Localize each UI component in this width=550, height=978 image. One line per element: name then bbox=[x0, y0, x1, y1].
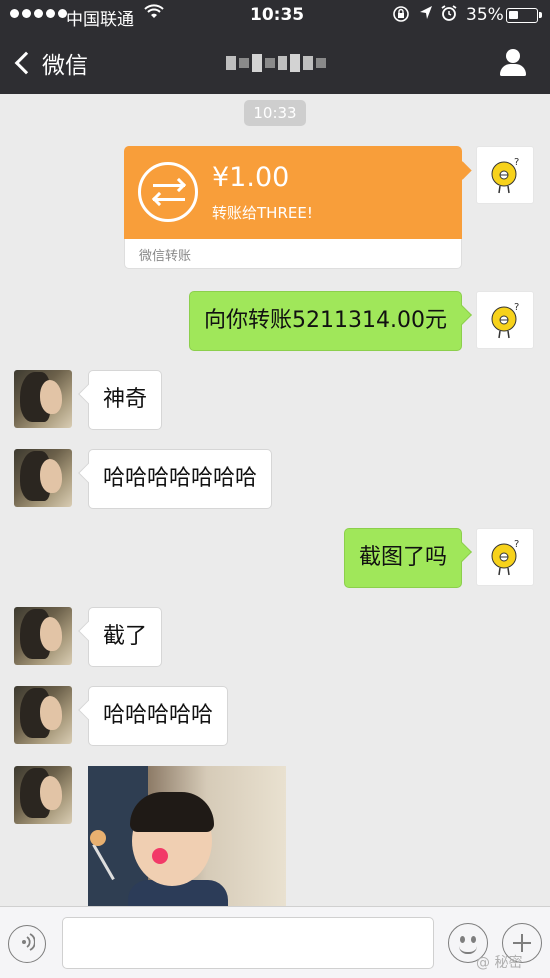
back-label: 微信 bbox=[42, 53, 88, 79]
alarm-icon bbox=[440, 4, 458, 26]
contact-avatar[interactable] bbox=[14, 449, 72, 507]
message-timestamp: 10:33 bbox=[244, 100, 306, 126]
watermark: @ 秘密 bbox=[476, 955, 523, 971]
wifi-icon bbox=[144, 4, 164, 24]
rotation-lock-icon bbox=[392, 5, 410, 27]
transfer-card[interactable]: ¥1.00 转账给THREE! 微信转账 bbox=[124, 146, 462, 269]
chick-avatar-icon: ? bbox=[491, 302, 519, 339]
self-avatar[interactable]: ? bbox=[476, 291, 534, 349]
transfer-card-footer: 微信转账 bbox=[124, 239, 462, 269]
message-text: 向你转账5211314.00元 bbox=[204, 308, 447, 333]
status-bar: 中国联通 10:35 35% bbox=[0, 0, 550, 30]
contact-avatar[interactable] bbox=[14, 607, 72, 665]
message-input[interactable] bbox=[62, 917, 434, 969]
message-bubble-sent[interactable]: 向你转账5211314.00元 bbox=[189, 291, 462, 351]
message-text: 截图了吗 bbox=[358, 545, 447, 570]
transfer-amount: ¥1.00 bbox=[212, 162, 290, 193]
contact-avatar[interactable] bbox=[14, 686, 72, 744]
back-button[interactable]: 微信 bbox=[12, 46, 88, 80]
battery-icon bbox=[506, 8, 542, 23]
message-text: 截了 bbox=[103, 624, 148, 649]
signal-dots-icon bbox=[10, 9, 67, 18]
sound-wave-icon bbox=[21, 932, 36, 956]
status-time: 10:35 bbox=[250, 5, 305, 25]
message-bubble-received[interactable]: 神奇 bbox=[88, 370, 163, 430]
chat-area[interactable]: 10:33 ¥1.00 转账给THREE! 微信转账 ? 向你转账5211314… bbox=[0, 94, 550, 906]
chick-avatar-icon: ? bbox=[491, 157, 519, 194]
transfer-arrows-icon bbox=[138, 162, 198, 222]
transfer-footer-label: 微信转账 bbox=[139, 249, 192, 264]
message-bubble-received[interactable]: 哈哈哈哈哈哈哈 bbox=[88, 449, 273, 509]
chat-title-pixelated bbox=[226, 50, 326, 76]
svg-text:?: ? bbox=[514, 302, 519, 313]
location-icon bbox=[418, 4, 434, 26]
carrier-label: 中国联通 bbox=[66, 10, 134, 30]
voice-input-button[interactable] bbox=[8, 925, 46, 963]
svg-text:?: ? bbox=[514, 157, 519, 168]
contact-avatar[interactable] bbox=[14, 370, 72, 428]
self-avatar[interactable]: ? bbox=[476, 146, 534, 204]
self-avatar[interactable]: ? bbox=[476, 528, 534, 586]
chick-avatar-icon: ? bbox=[491, 539, 519, 576]
person-icon[interactable] bbox=[498, 48, 528, 78]
input-toolbar bbox=[0, 906, 550, 978]
nav-bar: 微信 bbox=[0, 30, 550, 94]
message-bubble-received[interactable]: 截了 bbox=[88, 607, 163, 667]
transfer-description: 转账给THREE! bbox=[212, 204, 313, 222]
battery-percent: 35% bbox=[466, 5, 504, 25]
image-message[interactable] bbox=[88, 766, 286, 906]
chevron-left-icon bbox=[14, 51, 38, 75]
message-bubble-sent[interactable]: 截图了吗 bbox=[343, 528, 462, 588]
message-bubble-received[interactable]: 哈哈哈哈哈 bbox=[88, 686, 229, 746]
svg-text:?: ? bbox=[514, 539, 519, 550]
contact-avatar[interactable] bbox=[14, 766, 72, 824]
message-text: 哈哈哈哈哈哈哈 bbox=[103, 466, 258, 491]
message-text: 哈哈哈哈哈 bbox=[103, 703, 214, 728]
transfer-card-header: ¥1.00 转账给THREE! bbox=[124, 146, 462, 239]
message-text: 神奇 bbox=[103, 387, 148, 412]
